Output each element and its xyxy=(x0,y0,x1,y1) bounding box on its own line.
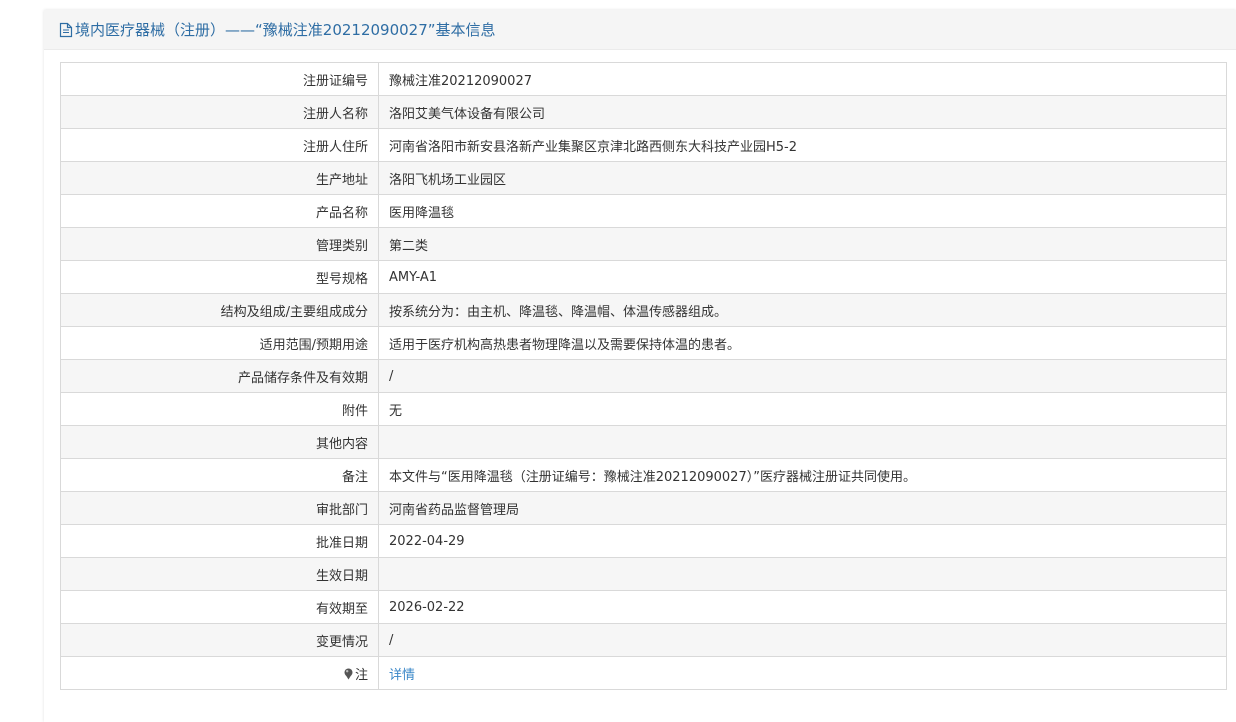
table-row: 变更情况 / xyxy=(60,623,1227,657)
page-title: 境内医疗器械（注册）——“豫械注准20212090027”基本信息 xyxy=(75,21,496,39)
row-value: 2022-04-29 xyxy=(378,524,1227,558)
row-label: 适用范围/预期用途 xyxy=(60,326,379,360)
document-icon xyxy=(59,22,73,38)
row-label: 产品储存条件及有效期 xyxy=(60,359,379,393)
table-row: 生效日期 xyxy=(60,557,1227,591)
row-value: 洛阳飞机场工业园区 xyxy=(378,161,1227,195)
table-row: 注册人住所 河南省洛阳市新安县洛新产业集聚区京津北路西侧东大科技产业园H5-2 xyxy=(60,128,1227,162)
row-label: 生产地址 xyxy=(60,161,379,195)
row-label: 批准日期 xyxy=(60,524,379,558)
row-value: 按系统分为：由主机、降温毯、降温帽、体温传感器组成。 xyxy=(378,293,1227,327)
table-row: 审批部门 河南省药品监督管理局 xyxy=(60,491,1227,525)
row-value xyxy=(378,557,1227,591)
table-row: 产品名称 医用降温毯 xyxy=(60,194,1227,228)
row-label: 附件 xyxy=(60,392,379,426)
note-value-cell: 详情 xyxy=(378,656,1227,690)
row-label: 产品名称 xyxy=(60,194,379,228)
page: 境内医疗器械（注册）——“豫械注准20212090027”基本信息 注册证编号 … xyxy=(0,0,1236,722)
table-row: 型号规格 AMY-A1 xyxy=(60,260,1227,294)
row-value xyxy=(378,425,1227,459)
row-value: 河南省药品监督管理局 xyxy=(378,491,1227,525)
row-label: 注册证编号 xyxy=(60,62,379,96)
panel-header: 境内医疗器械（注册）——“豫械注准20212090027”基本信息 xyxy=(44,10,1236,50)
details-link[interactable]: 详情 xyxy=(389,668,415,683)
table-row: 注册证编号 豫械注准20212090027 xyxy=(60,62,1227,96)
row-label: 结构及组成/主要组成成分 xyxy=(60,293,379,327)
table-row: 其他内容 xyxy=(60,425,1227,459)
pin-icon xyxy=(343,668,354,680)
row-value: 第二类 xyxy=(378,227,1227,261)
table-row: 批准日期 2022-04-29 xyxy=(60,524,1227,558)
note-label: 注 xyxy=(354,667,368,683)
row-value: 豫械注准20212090027 xyxy=(378,62,1227,96)
row-label: 其他内容 xyxy=(60,425,379,459)
info-panel: 境内医疗器械（注册）——“豫械注准20212090027”基本信息 注册证编号 … xyxy=(44,10,1236,722)
table-row: 备注 本文件与“医用降温毯（注册证编号：豫械注准20212090027）”医疗器… xyxy=(60,458,1227,492)
table-row: 生产地址 洛阳飞机场工业园区 xyxy=(60,161,1227,195)
row-label: 审批部门 xyxy=(60,491,379,525)
table-row: 附件 无 xyxy=(60,392,1227,426)
row-label: 注册人住所 xyxy=(60,128,379,162)
row-value: / xyxy=(378,359,1227,393)
table-row: 结构及组成/主要组成成分 按系统分为：由主机、降温毯、降温帽、体温传感器组成。 xyxy=(60,293,1227,327)
row-label: 有效期至 xyxy=(60,590,379,624)
row-value: 2026-02-22 xyxy=(378,590,1227,624)
row-value: 河南省洛阳市新安县洛新产业集聚区京津北路西侧东大科技产业园H5-2 xyxy=(378,128,1227,162)
row-value: 洛阳艾美气体设备有限公司 xyxy=(378,95,1227,129)
row-label: 备注 xyxy=(60,458,379,492)
row-label: 型号规格 xyxy=(60,260,379,294)
table-row: 管理类别 第二类 xyxy=(60,227,1227,261)
table-row-note: 注 详情 xyxy=(60,656,1227,690)
row-value: 本文件与“医用降温毯（注册证编号：豫械注准20212090027）”医疗器械注册… xyxy=(378,458,1227,492)
row-value: 适用于医疗机构高热患者物理降温以及需要保持体温的患者。 xyxy=(378,326,1227,360)
table-row: 产品储存条件及有效期 / xyxy=(60,359,1227,393)
table-row: 适用范围/预期用途 适用于医疗机构高热患者物理降温以及需要保持体温的患者。 xyxy=(60,326,1227,360)
row-value: 无 xyxy=(378,392,1227,426)
info-table: 注册证编号 豫械注准20212090027 注册人名称 洛阳艾美气体设备有限公司… xyxy=(60,62,1227,690)
note-label-cell: 注 xyxy=(60,656,379,690)
table-row: 注册人名称 洛阳艾美气体设备有限公司 xyxy=(60,95,1227,129)
row-value: AMY-A1 xyxy=(378,260,1227,294)
row-value: / xyxy=(378,623,1227,657)
row-label: 注册人名称 xyxy=(60,95,379,129)
row-value: 医用降温毯 xyxy=(378,194,1227,228)
row-label: 生效日期 xyxy=(60,557,379,591)
row-label: 变更情况 xyxy=(60,623,379,657)
row-label: 管理类别 xyxy=(60,227,379,261)
table-row: 有效期至 2026-02-22 xyxy=(60,590,1227,624)
